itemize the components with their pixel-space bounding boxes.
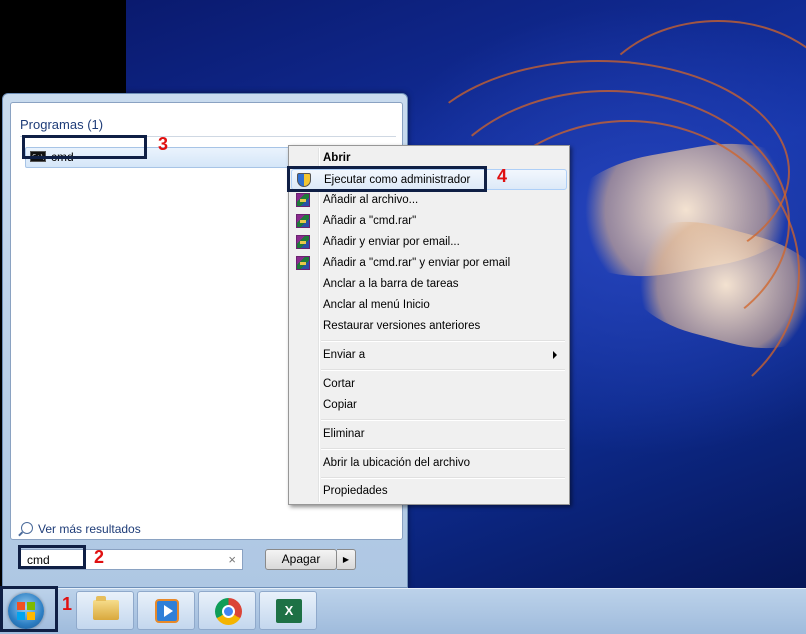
menu-item-label: Eliminar bbox=[323, 428, 365, 440]
menu-item-open-file-location[interactable]: Abrir la ubicación del archivo bbox=[291, 453, 567, 474]
step-number-2: 2 bbox=[94, 547, 105, 567]
search-icon bbox=[21, 522, 33, 534]
highlight-box-cmd-result bbox=[22, 135, 147, 159]
windows-media-player-icon bbox=[155, 599, 179, 623]
submenu-arrow-icon bbox=[553, 351, 557, 359]
clear-search-icon[interactable]: × bbox=[228, 552, 236, 567]
more-results-label: Ver más resultados bbox=[38, 522, 141, 536]
menu-item-properties[interactable]: Propiedades bbox=[291, 481, 567, 502]
menu-item-add-to-archive[interactable]: Añadir al archivo... bbox=[291, 190, 567, 211]
menu-separator bbox=[321, 419, 565, 421]
menu-item-label: Añadir a "cmd.rar" bbox=[323, 215, 417, 227]
menu-item-copy[interactable]: Copiar bbox=[291, 395, 567, 416]
taskbar-media-player-button[interactable] bbox=[137, 591, 195, 630]
shutdown-options-arrow-icon[interactable]: ▶ bbox=[337, 549, 356, 570]
menu-item-label: Restaurar versiones anteriores bbox=[323, 320, 481, 332]
windows-explorer-icon bbox=[93, 596, 119, 620]
menu-item-label: Enviar a bbox=[323, 349, 366, 361]
highlight-box-search-input bbox=[18, 545, 86, 569]
taskbar-excel-button[interactable]: X bbox=[259, 591, 317, 630]
excel-icon: X bbox=[276, 599, 302, 623]
menu-separator bbox=[321, 477, 565, 479]
menu-item-label: Abrir la ubicación del archivo bbox=[323, 457, 471, 469]
menu-item-add-cmd-rar-and-email[interactable]: Añadir a "cmd.rar" y enviar por email bbox=[291, 253, 567, 274]
menu-item-cut[interactable]: Cortar bbox=[291, 374, 567, 395]
winrar-icon bbox=[296, 214, 310, 228]
menu-separator bbox=[321, 340, 565, 342]
section-title-programs: Programas (1) bbox=[20, 117, 104, 132]
highlight-box-start-button bbox=[0, 586, 58, 632]
menu-item-pin-start[interactable]: Anclar al menú Inicio bbox=[291, 295, 567, 316]
menu-item-label: Propiedades bbox=[323, 485, 388, 497]
menu-item-label: Copiar bbox=[323, 399, 357, 411]
winrar-icon bbox=[296, 235, 310, 249]
more-results-link[interactable]: Ver más resultados bbox=[21, 522, 141, 536]
menu-item-label: Añadir al archivo... bbox=[323, 194, 419, 206]
taskbar: X bbox=[0, 588, 806, 634]
menu-item-label: Cortar bbox=[323, 378, 355, 390]
menu-item-label: Abrir bbox=[323, 152, 351, 164]
step-number-4: 4 bbox=[497, 166, 508, 186]
taskbar-chrome-button[interactable] bbox=[198, 591, 256, 630]
winrar-icon bbox=[296, 193, 310, 207]
menu-item-send-to[interactable]: Enviar a bbox=[291, 345, 567, 366]
step-number-1: 1 bbox=[62, 594, 73, 614]
step-number-3: 3 bbox=[158, 134, 169, 154]
menu-item-delete[interactable]: Eliminar bbox=[291, 424, 567, 445]
context-menu: Abrir Ejecutar como administrador Añadir… bbox=[288, 145, 570, 505]
menu-item-label: Anclar al menú Inicio bbox=[323, 299, 430, 311]
shutdown-button[interactable]: Apagar bbox=[265, 549, 337, 570]
menu-item-label: Añadir y enviar por email... bbox=[323, 236, 460, 248]
winrar-icon bbox=[296, 256, 310, 270]
menu-item-label: Anclar a la barra de tareas bbox=[323, 278, 459, 290]
taskbar-explorer-button[interactable] bbox=[76, 591, 134, 630]
menu-item-add-and-email[interactable]: Añadir y enviar por email... bbox=[291, 232, 567, 253]
chrome-icon bbox=[215, 598, 242, 625]
menu-item-add-to-cmd-rar[interactable]: Añadir a "cmd.rar" bbox=[291, 211, 567, 232]
menu-separator bbox=[321, 369, 565, 371]
menu-item-label: Añadir a "cmd.rar" y enviar por email bbox=[323, 257, 511, 269]
menu-item-pin-taskbar[interactable]: Anclar a la barra de tareas bbox=[291, 274, 567, 295]
highlight-box-run-as-admin bbox=[287, 166, 487, 192]
menu-item-restore-versions[interactable]: Restaurar versiones anteriores bbox=[291, 316, 567, 337]
menu-separator bbox=[321, 448, 565, 450]
